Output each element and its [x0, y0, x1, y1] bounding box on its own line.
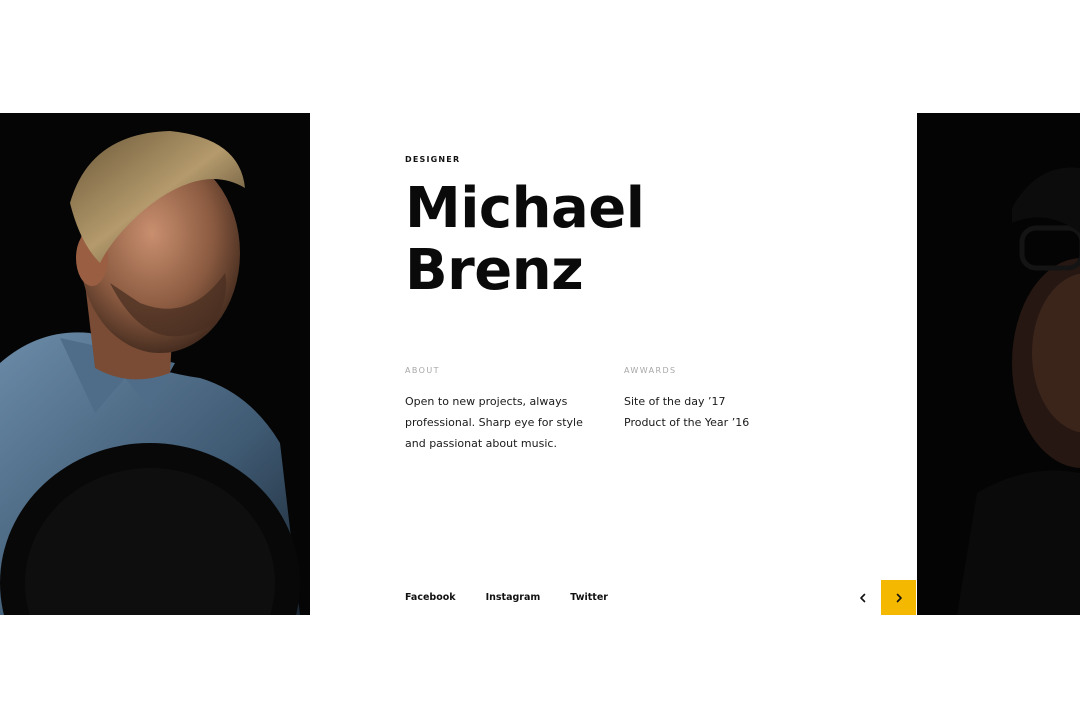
award-item: Product of the Year ’16: [624, 416, 750, 429]
chevron-left-icon: [860, 593, 866, 602]
awards-label: AWWARDS: [624, 366, 677, 375]
award-item: Site of the day ’17: [624, 395, 726, 408]
profile-slider: DESIGNER Michael Brenz ABOUT AWWARDS Ope…: [0, 0, 1080, 728]
portrait-image-current: [0, 113, 310, 615]
profile-name: Michael Brenz: [405, 176, 645, 303]
profile-first-name: Michael: [405, 176, 645, 241]
instagram-link[interactable]: Instagram: [486, 592, 541, 603]
facebook-link[interactable]: Facebook: [405, 592, 456, 603]
awards-list: Site of the day ’17 Product of the Year …: [624, 391, 749, 433]
next-slide-button[interactable]: [881, 580, 916, 615]
chevron-right-icon: [896, 593, 902, 602]
about-text: Open to new projects, always professiona…: [405, 395, 583, 450]
about-label: ABOUT: [405, 366, 440, 375]
social-links: Facebook Instagram Twitter: [405, 592, 608, 603]
previous-slide-button[interactable]: [846, 580, 880, 615]
profile-role: DESIGNER: [405, 155, 461, 164]
twitter-link[interactable]: Twitter: [570, 592, 608, 603]
profile-last-name: Brenz: [405, 238, 584, 303]
portrait-image-next: [917, 113, 1080, 615]
